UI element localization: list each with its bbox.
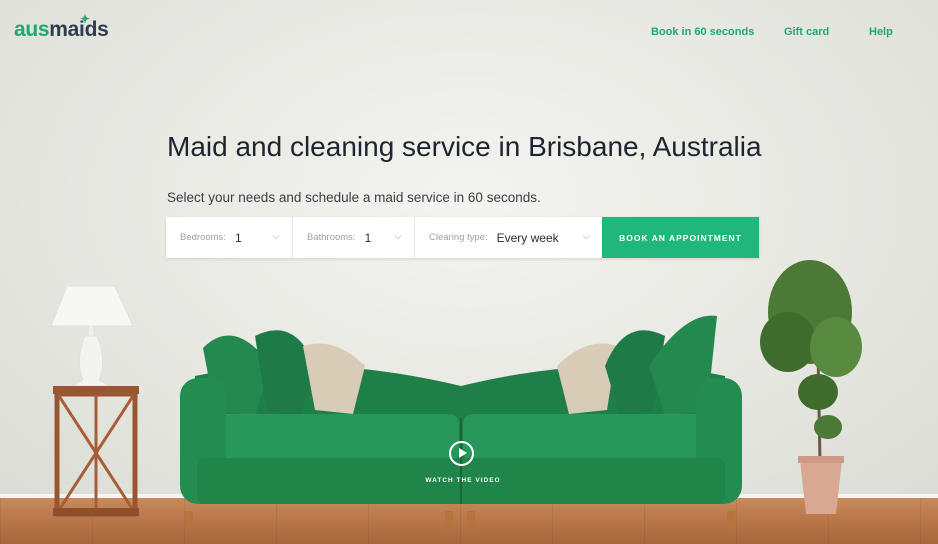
- chevron-down-icon: ⌵: [272, 231, 280, 242]
- lamp-table-image: [50, 285, 139, 517]
- bathrooms-value: 1: [364, 230, 372, 245]
- bathrooms-label: Bathrooms:: [307, 232, 356, 243]
- bedrooms-value: 1: [234, 230, 242, 245]
- logo-text-aus: aus: [14, 18, 50, 41]
- bedrooms-select[interactable]: Bedrooms: 1 ⌵: [166, 217, 293, 258]
- bedrooms-label: Bedrooms:: [180, 232, 226, 243]
- plant-image: [760, 260, 862, 514]
- play-video-icon[interactable]: [449, 441, 474, 466]
- nav-help-link[interactable]: Help: [869, 26, 893, 38]
- cleaning-type-label: Clearing type:: [429, 232, 488, 243]
- bathrooms-select[interactable]: Bathrooms: 1 ⌵: [293, 217, 415, 258]
- book-appointment-button[interactable]: BOOK AN APPOINTMENT: [602, 217, 759, 258]
- cleaning-type-select[interactable]: Clearing type: Every week ⌵: [415, 217, 602, 258]
- watch-video-link[interactable]: WATCH THE VIDEO: [412, 477, 514, 484]
- sofa-image: [180, 315, 742, 529]
- page-title: Maid and cleaning service in Brisbane, A…: [167, 131, 762, 162]
- nav-book-link[interactable]: Book in 60 seconds: [651, 26, 754, 38]
- chevron-down-icon: ⌵: [582, 231, 590, 242]
- logo-text-maids: maids: [49, 18, 109, 41]
- nav-gift-card-link[interactable]: Gift card: [784, 26, 829, 38]
- booking-form: Bedrooms: 1 ⌵ Bathrooms: 1 ⌵ Clearing ty…: [166, 217, 759, 258]
- chevron-down-icon: ⌵: [394, 231, 402, 242]
- ausmaids-logo[interactable]: ausmaids ✦: [14, 12, 109, 42]
- sparkle-icon: ✦: [80, 12, 90, 26]
- hero-subtitle: Select your needs and schedule a maid se…: [167, 190, 541, 205]
- cleaning-type-value: Every week: [496, 230, 559, 245]
